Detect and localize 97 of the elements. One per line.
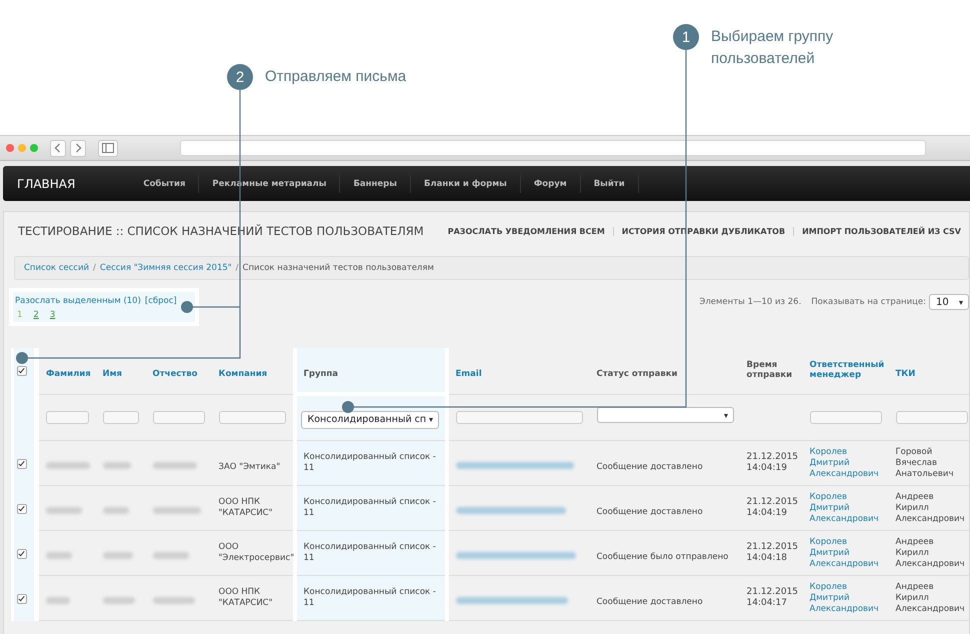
- blurred-text: [102, 462, 130, 468]
- status-cell: Сообщение доставлено: [596, 462, 703, 472]
- filter-select[interactable]: [596, 407, 734, 424]
- blurred-text: [152, 462, 196, 468]
- tki-cell-text: Андреев Кирилл Александрович: [896, 582, 966, 614]
- per-page-label: Показывать на странице:: [811, 297, 926, 307]
- blurred-text: [46, 552, 72, 558]
- filter-field[interactable]: [218, 410, 286, 424]
- status-cell: Сообщение было отправлено: [596, 552, 728, 562]
- callout-dot: [342, 401, 354, 413]
- manager-link[interactable]: Королев Дмитрий Александрович: [810, 536, 882, 570]
- filter-field[interactable]: [102, 410, 138, 424]
- address-bar[interactable]: [180, 140, 926, 156]
- row-checkbox[interactable]: [17, 504, 27, 514]
- column-header[interactable]: Email: [456, 369, 482, 380]
- group-cell-text: Консолидированный список - 11: [304, 497, 437, 519]
- page-link[interactable]: 2: [33, 310, 39, 320]
- column-header: Статус отправки: [596, 369, 678, 380]
- filter-field[interactable]: [896, 410, 968, 424]
- caret-icon: [959, 301, 963, 305]
- time-cell: 21.12.2015 14:04:18: [746, 542, 798, 564]
- minimize-dot-icon[interactable]: [18, 144, 26, 152]
- breadcrumb-separator: /: [93, 263, 96, 273]
- send-selected-link[interactable]: Разослать выделенным (10): [15, 296, 141, 306]
- items-summary: Элементы 1—10 из 26.: [699, 297, 802, 307]
- column-header: Время отправки: [746, 360, 794, 380]
- column-header[interactable]: Ответственный менеджер: [810, 360, 884, 380]
- callout-text: Выбираем группу пользователей: [711, 27, 834, 69]
- caret-icon: [724, 414, 728, 418]
- sidebar-icon[interactable]: [98, 140, 118, 156]
- manager-link[interactable]: Королев Дмитрий Александрович: [810, 446, 882, 480]
- caret-icon: [428, 418, 432, 422]
- nav-link[interactable]: Баннеры: [340, 174, 411, 192]
- per-page-select[interactable]: 10: [929, 294, 969, 310]
- blurred-text: [152, 506, 200, 514]
- blurred-text: [46, 506, 82, 514]
- callout-dot: [16, 352, 28, 364]
- nav-link[interactable]: Выйти: [580, 174, 639, 192]
- blurred-text: [46, 596, 70, 604]
- select-all-checkbox[interactable]: [17, 366, 27, 376]
- action-link[interactable]: РАЗОСЛАТЬ УВЕДОМЛЕНИЯ ВСЕМ: [440, 226, 613, 236]
- blurred-text: [152, 552, 188, 558]
- tki-cell-text: Андреев Кирилл Александрович: [896, 536, 966, 570]
- time-cell: 21.12.2015 14:04:17: [746, 587, 798, 609]
- manager-link[interactable]: Королев Дмитрий Александрович: [810, 492, 882, 524]
- filter-select[interactable]: Консолидированный сп: [300, 410, 438, 429]
- nav-link[interactable]: События: [130, 174, 200, 192]
- step-number-badge: 1: [673, 24, 699, 50]
- group-cell-text: Консолидированный список - 11: [304, 542, 437, 564]
- company-cell-text: ООО НПК "КАТАРСИС": [218, 497, 274, 519]
- back-icon[interactable]: [50, 140, 66, 156]
- breadcrumb-separator: /: [236, 263, 239, 273]
- tki-cell-text: Андреев Кирилл Александрович: [896, 492, 966, 524]
- blurred-text: [102, 552, 132, 558]
- breadcrumb-item[interactable]: Список сессий: [24, 263, 90, 273]
- column-header[interactable]: Имя: [102, 369, 122, 380]
- row-checkbox[interactable]: [17, 548, 27, 558]
- breadcrumb-item[interactable]: Сессия "Зимняя сессия 2015": [100, 263, 232, 273]
- manager-link[interactable]: Королев Дмитрий Александрович: [810, 582, 882, 614]
- action-link[interactable]: ИМПОРТ ПОЛЬЗОВАТЕЛЕЙ ИЗ CSV: [793, 226, 969, 236]
- nav-link[interactable]: Форум: [520, 174, 581, 192]
- callout-dot: [181, 301, 193, 313]
- filter-field[interactable]: [456, 410, 582, 424]
- row-checkbox[interactable]: [17, 594, 27, 604]
- page-link[interactable]: 3: [50, 310, 56, 320]
- row-checkbox[interactable]: [17, 458, 27, 468]
- column-header: Группа: [304, 368, 338, 378]
- status-cell: Сообщение доставлено: [596, 506, 703, 518]
- column-header[interactable]: Отчество: [152, 369, 198, 380]
- company-cell: ЗАО "Эмтика": [218, 462, 280, 472]
- company-cell: ООО "Электросервис": [218, 542, 294, 564]
- callout-text: Отправляем письма: [265, 67, 406, 87]
- filter-field[interactable]: [810, 410, 882, 424]
- blurred-text: [102, 596, 134, 604]
- nav-link[interactable]: Бланки и формы: [410, 174, 521, 192]
- home-link[interactable]: ГЛАВНАЯ: [3, 176, 130, 190]
- time-cell: 21.12.2015 14:04:19: [746, 497, 798, 519]
- blurred-text: [46, 462, 90, 468]
- breadcrumb-item: Список назначений тестов пользователям: [242, 263, 434, 273]
- blurred-text: [102, 506, 128, 514]
- column-header[interactable]: Компания: [218, 369, 268, 380]
- tki-cell-text: Горовой Вячеслав Анатольевич: [896, 446, 954, 480]
- time-cell: 21.12.2015 14:04:19: [746, 452, 798, 474]
- company-cell-text: ООО НПК "КАТАРСИС": [218, 587, 274, 609]
- group-cell-text: Консолидированный список - 11: [304, 587, 437, 609]
- filter-field[interactable]: [152, 410, 204, 424]
- filter-field[interactable]: [46, 410, 88, 424]
- column-header[interactable]: ТКИ: [896, 369, 916, 380]
- maximize-dot-icon[interactable]: [30, 144, 38, 152]
- reset-link[interactable]: [сброс]: [144, 296, 177, 306]
- column-header[interactable]: Фамилия: [46, 369, 91, 380]
- status-cell: Сообщение доставлено: [596, 596, 703, 608]
- step-number-badge: 2: [227, 64, 253, 90]
- group-cell-text: Консолидированный список - 11: [304, 452, 437, 474]
- blurred-text: [152, 596, 194, 604]
- close-dot-icon[interactable]: [6, 144, 14, 152]
- forward-icon[interactable]: [70, 140, 86, 156]
